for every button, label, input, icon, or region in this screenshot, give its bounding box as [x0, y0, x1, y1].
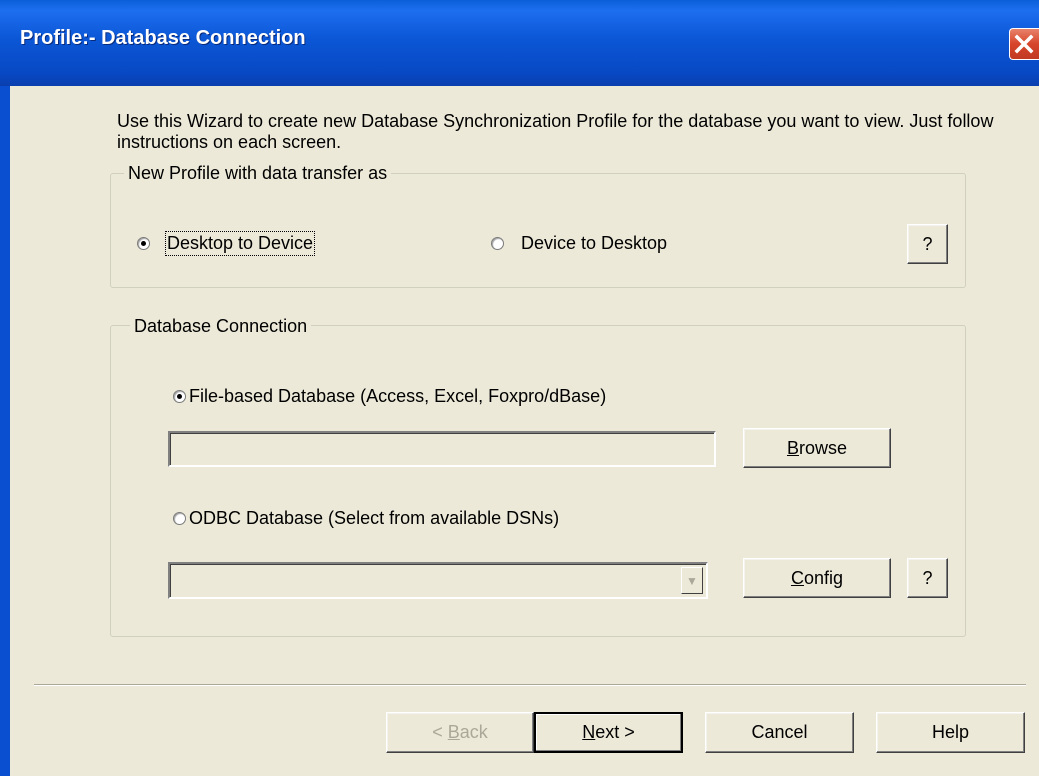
- browse-label: Browse: [786, 437, 848, 458]
- back-button[interactable]: < Back: [386, 712, 534, 753]
- cancel-button[interactable]: Cancel: [705, 712, 854, 753]
- connection-group-label: Database Connection: [130, 316, 312, 337]
- chevron-down-icon: ▼: [686, 573, 698, 588]
- window-title: Profile:- Database Connection: [20, 27, 306, 49]
- odbc-radio[interactable]: [173, 512, 186, 525]
- odbc-label[interactable]: ODBC Database (Select from available DSN…: [189, 508, 559, 529]
- close-button[interactable]: [1009, 28, 1039, 60]
- next-label: Next >: [582, 722, 635, 742]
- next-button[interactable]: Next >: [534, 712, 683, 753]
- help-button[interactable]: Help: [876, 712, 1025, 753]
- close-icon: [1014, 34, 1034, 54]
- transfer-help-button[interactable]: ?: [907, 224, 948, 264]
- browse-button[interactable]: Browse: [743, 428, 891, 468]
- device-to-desktop-label[interactable]: Device to Desktop: [521, 233, 667, 254]
- back-label: < Back: [432, 722, 488, 742]
- title-bar: Profile:- Database Connection: [0, 0, 1039, 86]
- desktop-to-device-radio[interactable]: [137, 237, 150, 250]
- config-label: Config: [790, 567, 844, 588]
- desktop-to-device-label[interactable]: Desktop to Device: [164, 231, 316, 256]
- file-based-label[interactable]: File-based Database (Access, Excel, Foxp…: [189, 386, 606, 407]
- transfer-group-label: New Profile with data transfer as: [124, 163, 392, 184]
- dsn-dropdown[interactable]: ▼: [168, 562, 708, 599]
- file-path-field[interactable]: [168, 431, 716, 467]
- file-based-radio[interactable]: [173, 390, 186, 403]
- footer-separator-highlight: [34, 685, 1026, 686]
- dropdown-arrow-button[interactable]: ▼: [681, 567, 703, 594]
- connection-help-button[interactable]: ?: [907, 558, 948, 598]
- config-button[interactable]: Config: [743, 558, 891, 598]
- intro-text: Use this Wizard to create new Database S…: [117, 111, 994, 152]
- device-to-desktop-radio[interactable]: [491, 237, 504, 250]
- transfer-groupbox: [110, 173, 966, 288]
